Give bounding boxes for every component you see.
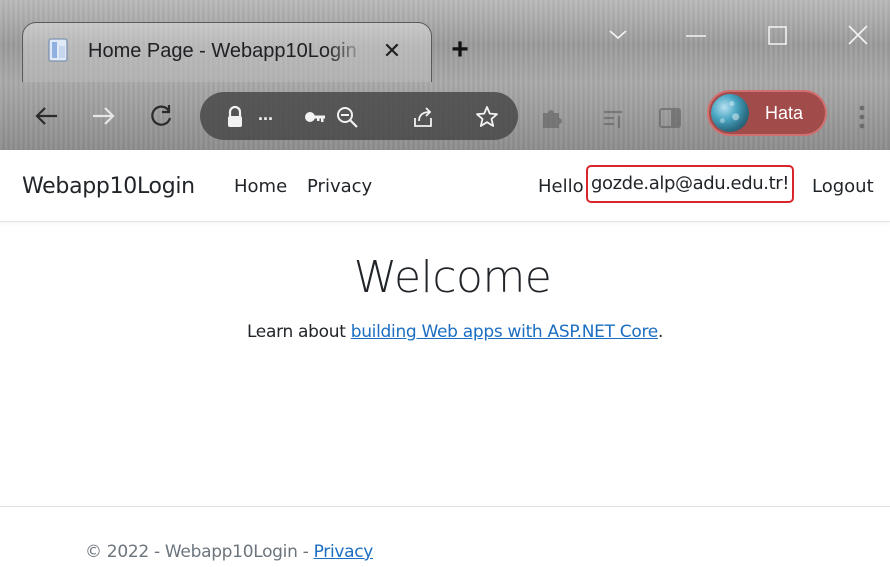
intro-prefix: Learn about [246, 322, 351, 342]
footer-copyright: © 2022 - Webapp10Login - [85, 542, 314, 562]
arrow-right-icon[interactable] [88, 101, 118, 131]
intro-text: Learn about building Web apps with ASP.N… [0, 322, 890, 342]
site-footer: © 2022 - Webapp10Login - Privacy [85, 542, 373, 562]
share-icon[interactable] [410, 104, 436, 130]
reload-icon[interactable] [146, 101, 176, 131]
hello-label: Hello [538, 176, 584, 197]
star-icon[interactable] [474, 104, 500, 130]
side-panel-icon[interactable] [656, 104, 684, 132]
zoom-out-icon[interactable] [334, 104, 360, 130]
nav-link-privacy[interactable]: Privacy [307, 176, 372, 197]
profile-avatar [711, 94, 749, 132]
url-ellipsis[interactable]: ... [258, 104, 284, 130]
footer-privacy-link[interactable]: Privacy [314, 542, 374, 562]
arrow-left-icon[interactable] [32, 101, 62, 131]
page-favicon-icon [48, 38, 68, 62]
footer-divider [0, 506, 890, 507]
nav-link-home[interactable]: Home [234, 176, 287, 197]
logout-button[interactable]: Logout [812, 176, 874, 197]
intro-suffix: . [657, 322, 664, 342]
new-tab-button[interactable]: + [444, 34, 476, 66]
profile-label: Hata [765, 103, 804, 123]
tab-title: Home Page - Webapp10Login [88, 40, 357, 62]
page-title: Welcome [353, 252, 552, 303]
aspnet-docs-link[interactable]: building Web apps with ASP.NET Core [351, 322, 659, 342]
puzzle-icon[interactable] [538, 104, 566, 132]
maximize-icon[interactable] [758, 22, 798, 50]
reading-list-icon[interactable] [600, 104, 628, 132]
key-icon[interactable] [302, 104, 328, 130]
tab-search-chevron-icon[interactable] [598, 22, 638, 50]
user-email-link[interactable]: gozde.alp@adu.edu.tr! [586, 165, 794, 203]
minimize-icon[interactable] [676, 22, 716, 50]
site-brand[interactable]: Webapp10Login [22, 174, 195, 199]
window-close-icon[interactable] [838, 22, 878, 50]
lock-icon[interactable] [222, 104, 248, 130]
kebab-menu-icon[interactable] [852, 100, 872, 134]
tab-close-icon[interactable]: ✕ [377, 36, 407, 66]
